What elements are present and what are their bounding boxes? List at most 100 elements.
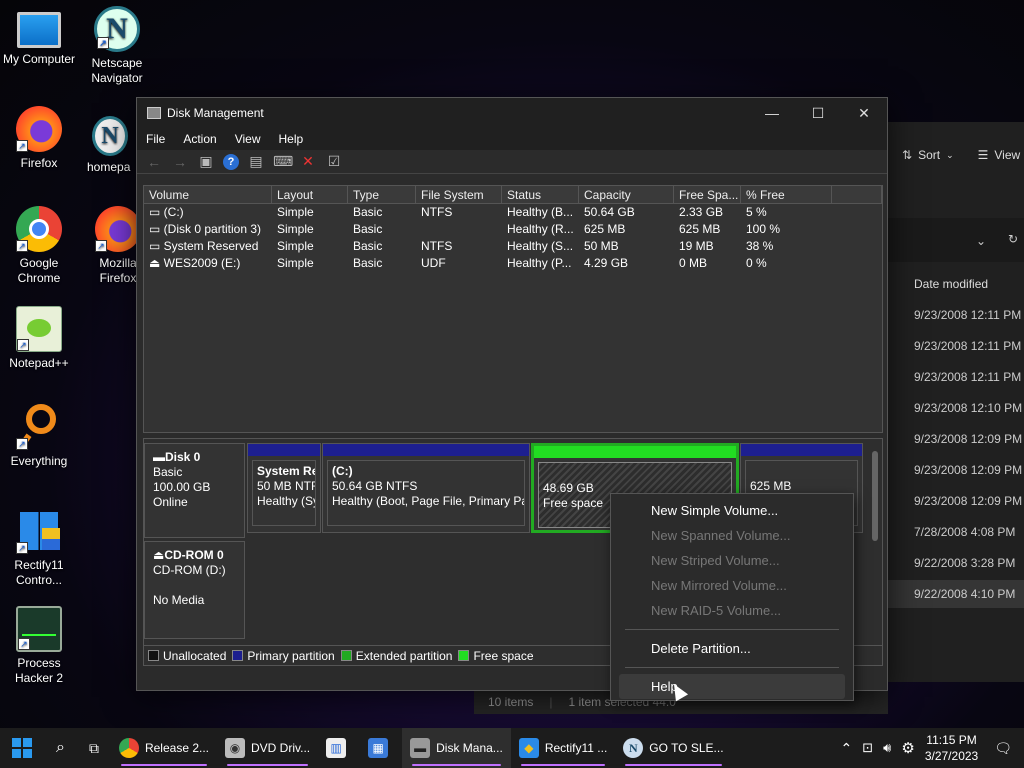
dvd-drive-icon: ◉ — [225, 738, 246, 758]
column-header-status[interactable]: Status — [502, 186, 579, 203]
vertical-scrollbar[interactable] — [872, 451, 878, 541]
forward-arrow-icon[interactable]: → — [171, 154, 189, 170]
partition-system-reserved[interactable]: System Re 50 MB NTFS Healthy (Sy — [247, 443, 321, 533]
desktop-icon-notepadpp[interactable]: ↗ Notepad++ — [0, 306, 81, 371]
clock[interactable]: 11:15 PM 3/27/2023 — [925, 732, 978, 764]
sort-button[interactable]: Sort — [918, 148, 940, 162]
column-header-capacity[interactable]: Capacity — [579, 186, 674, 203]
delete-icon[interactable]: ✕ — [299, 153, 317, 170]
notification-icon[interactable]: 🗨︎ — [994, 740, 1012, 757]
sort-icon: ⇅ — [902, 148, 913, 162]
volume-icon[interactable]: 🔊︎ — [883, 740, 891, 756]
maximize-button[interactable]: ☐ — [795, 105, 841, 122]
help-icon[interactable]: ? — [223, 153, 239, 170]
desktop-icon-chrome[interactable]: ↗ Google Chrome — [0, 206, 81, 286]
minimize-button[interactable]: — — [749, 105, 795, 122]
taskbar-app-rectify11[interactable]: ◆ Rectify11 ... — [511, 728, 615, 768]
list-item-date[interactable]: 9/23/2008 12:09 PM — [914, 463, 1022, 477]
column-header-free-space[interactable]: Free Spa... — [674, 186, 741, 203]
desktop-icon-netscape[interactable]: N ↗ Netscape Navigator — [75, 6, 159, 86]
properties-icon[interactable]: ▤ — [247, 153, 265, 170]
menu-view[interactable]: View — [226, 132, 270, 146]
view-button[interactable]: View — [994, 148, 1020, 162]
firefox-icon: ↗ — [16, 106, 62, 152]
list-item-date[interactable]: 9/23/2008 12:10 PM — [914, 401, 1022, 415]
taskbar-app-netscape[interactable]: N GO TO SLE... — [615, 728, 731, 768]
list-item-date[interactable]: 9/23/2008 12:09 PM — [914, 432, 1022, 446]
taskbar-app-disk-management[interactable]: ▬ Disk Mana... — [402, 728, 511, 768]
list-item-date[interactable]: 9/23/2008 12:11 PM — [914, 339, 1021, 353]
volume-list[interactable]: Volume Layout Type File System Status Ca… — [143, 185, 883, 433]
chevron-up-icon[interactable]: ⌃ — [841, 740, 853, 757]
menu-item-help[interactable]: Help — [619, 674, 845, 699]
list-item-date[interactable]: 9/22/2008 4:10 PM — [914, 587, 1015, 601]
chevron-down-icon[interactable]: ⌄ — [976, 234, 986, 248]
drive-icon: ▭ — [149, 239, 164, 253]
column-header-type[interactable]: Type — [348, 186, 416, 203]
windows-logo-icon — [12, 738, 32, 758]
everything-icon: ↗ — [16, 404, 62, 450]
system-tray: ⌃ ⊡ 🔊︎ ⚙ 11:15 PM 3/27/2023 🗨︎ — [841, 732, 1024, 764]
taskbar-app-control-panel[interactable]: ▦ — [360, 728, 402, 768]
taskbar-app-dvd-drive[interactable]: ◉ DVD Driv... — [217, 728, 318, 768]
table-row[interactable]: ▭ (Disk 0 partition 3) Simple Basic Heal… — [144, 221, 882, 238]
menu-separator — [625, 629, 839, 630]
search-button[interactable]: ⌕ — [44, 728, 77, 768]
column-header-volume[interactable]: Volume — [144, 186, 272, 203]
legend-item: Unallocated — [148, 649, 226, 663]
windows-shield-icon: ↗ — [16, 508, 62, 554]
column-header-file-system[interactable]: File System — [416, 186, 502, 203]
taskbar-app-explorer[interactable]: ▥ — [318, 728, 360, 768]
table-row[interactable]: ⏏ WES2009 (E:) Simple Basic UDF Healthy … — [144, 255, 882, 272]
table-row[interactable]: ▭ (C:) Simple Basic NTFS Healthy (B... 5… — [144, 204, 882, 221]
list-item-date[interactable]: 7/28/2008 4:08 PM — [914, 525, 1015, 539]
start-button[interactable] — [0, 728, 44, 768]
partition-c-drive[interactable]: (C:) 50.64 GB NTFS Healthy (Boot, Page F… — [322, 443, 530, 533]
close-button[interactable]: ✕ — [841, 105, 887, 122]
menu-help[interactable]: Help — [270, 132, 313, 146]
disk-management-icon: ▬ — [410, 738, 431, 758]
chrome-icon — [118, 738, 139, 758]
netscape-doc-icon: N — [92, 116, 128, 156]
back-arrow-icon[interactable]: ← — [145, 154, 163, 170]
desktop-icon-rectify11[interactable]: ↗ Rectify11 Contro... — [0, 508, 81, 588]
desktop-icon-my-computer[interactable]: My Computer — [0, 8, 81, 67]
desktop-icon-process-hacker[interactable]: ↗ Process Hacker 2 — [0, 606, 81, 686]
refresh-icon[interactable]: ↻ — [1008, 232, 1018, 246]
menu-item-new-striped-volume: New Striped Volume... — [651, 553, 780, 568]
list-item-date[interactable]: 9/23/2008 12:11 PM — [914, 308, 1021, 322]
menu-item-delete-partition[interactable]: Delete Partition... — [611, 636, 853, 661]
list-item-date[interactable]: 9/23/2008 12:09 PM — [914, 494, 1022, 508]
column-header-percent-free[interactable]: % Free — [741, 186, 832, 203]
disk-0-label[interactable]: ▬Disk 0 Basic 100.00 GB Online — [144, 443, 245, 538]
toolbar: ← → ▣ ? ▤ ⌨ ✕ ☑ — [137, 150, 887, 174]
checkmark-icon[interactable]: ☑ — [325, 153, 343, 170]
title-bar[interactable]: Disk Management — ☐ ✕ — [137, 98, 887, 128]
task-view-icon: ⧉ — [88, 739, 99, 756]
list-item-date[interactable]: 9/22/2008 3:28 PM — [914, 556, 1015, 570]
view-icon: ☰ — [977, 148, 989, 162]
table-row[interactable]: ▭ System Reserved Simple Basic NTFS Heal… — [144, 238, 882, 255]
menu-file[interactable]: File — [137, 132, 174, 146]
background-explorer-window[interactable]: ⇅ Sort ⌄ ☰ View ⌄ ↻ Date modified 9/23/2… — [887, 122, 1024, 682]
desktop-icon-everything[interactable]: ↗ Everything — [0, 404, 81, 469]
menu-action[interactable]: Action — [174, 132, 225, 146]
list-item-date[interactable]: 9/23/2008 12:11 PM — [914, 370, 1021, 384]
menu-item-new-raid5-volume: New RAID-5 Volume... — [651, 603, 782, 618]
column-header-layout[interactable]: Layout — [272, 186, 348, 203]
network-icon[interactable]: ⊡ — [862, 740, 873, 756]
desktop-icon-firefox[interactable]: ↗ Firefox — [0, 106, 81, 171]
drive-icon: ▭ — [149, 205, 164, 219]
cdrom-0-label[interactable]: ⏏CD-ROM 0 CD-ROM (D:) No Media — [144, 541, 245, 639]
task-view-button[interactable]: ⧉ — [77, 728, 111, 768]
desktop-icon-homepage[interactable]: N homepa — [75, 116, 145, 175]
column-header-date-modified[interactable]: Date modified — [914, 277, 988, 291]
connect-disk-icon[interactable]: ⌨ — [273, 153, 293, 170]
taskbar-app-chrome[interactable]: Release 2... — [111, 728, 217, 768]
gear-icon[interactable]: ⚙ — [901, 739, 914, 757]
drive-icon: ▭ — [149, 222, 164, 236]
firefox-icon: ↗ — [95, 206, 141, 252]
notepadpp-icon: ↗ — [16, 306, 62, 352]
console-tree-icon[interactable]: ▣ — [197, 153, 215, 170]
menu-item-new-simple-volume[interactable]: New Simple Volume... — [611, 498, 853, 523]
